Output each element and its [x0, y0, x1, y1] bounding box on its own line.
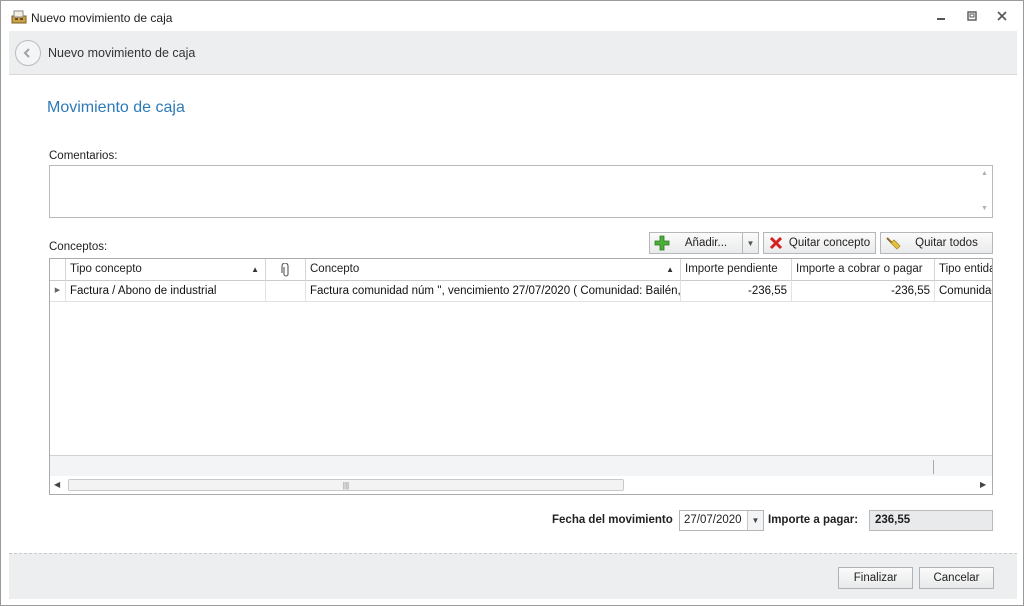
maximize-button[interactable]: [964, 9, 980, 23]
nav-title: Nuevo movimiento de caja: [48, 46, 196, 60]
close-icon: [997, 11, 1007, 21]
fecha-date-picker[interactable]: 27/07/2020 ▼: [679, 510, 764, 531]
column-header-tipo-entidad[interactable]: Tipo entidad: [935, 259, 992, 281]
cell-attachment[interactable]: [266, 281, 306, 302]
add-concept-button[interactable]: Añadir... ▼: [649, 232, 759, 254]
scroll-left-icon[interactable]: ◀: [54, 480, 60, 489]
grid-horizontal-scrollbar[interactable]: ◀ ||| ▶: [50, 476, 992, 494]
plus-icon: [654, 235, 670, 251]
remove-all-button[interactable]: Quitar todos: [880, 232, 993, 254]
scroll-up-icon[interactable]: ▲: [981, 170, 988, 177]
maximize-icon: [967, 11, 977, 21]
comments-textarea[interactable]: ▲ ▼: [49, 165, 993, 218]
sort-ascending-icon: ▲: [666, 265, 674, 274]
column-header-attachment[interactable]: [266, 259, 306, 281]
scroll-right-icon[interactable]: ▶: [980, 480, 986, 489]
cell-concepto[interactable]: Factura comunidad núm '', vencimiento 27…: [306, 281, 681, 302]
dialog-footer: Finalizar Cancelar: [9, 553, 1017, 599]
fecha-value[interactable]: 27/07/2020: [684, 514, 742, 526]
column-header-importe-pendiente[interactable]: Importe pendiente: [681, 259, 792, 281]
broom-icon: [885, 235, 901, 251]
add-concept-label: Añadir...: [684, 237, 728, 249]
importe-value: 236,55: [875, 514, 911, 526]
row-indicator-icon: ▶: [50, 281, 66, 302]
minimize-icon: [937, 18, 945, 20]
cell-tipo-entidad[interactable]: Comunidad: [935, 281, 992, 302]
remove-concept-button[interactable]: Quitar concepto: [763, 232, 876, 254]
concepts-grid[interactable]: Tipo concepto ▲ Concepto ▲ Importe pendien…: [49, 258, 993, 495]
remove-concept-label: Quitar concepto: [788, 237, 871, 249]
scroll-down-icon[interactable]: ▼: [981, 205, 988, 212]
cell-tipo-concepto[interactable]: Factura / Abono de industrial: [66, 281, 266, 302]
dialog-window: Nuevo movimiento de caja Nuevo movimient…: [0, 0, 1024, 606]
sort-ascending-icon: ▲: [251, 265, 259, 274]
window-title: Nuevo movimiento de caja: [31, 11, 173, 25]
comments-scrollbar[interactable]: ▲ ▼: [977, 166, 992, 217]
minimize-button[interactable]: [933, 9, 949, 23]
cancel-button[interactable]: Cancelar: [919, 567, 994, 589]
fecha-label: Fecha del movimiento: [552, 514, 673, 526]
section-title: Movimiento de caja: [47, 99, 185, 116]
delete-icon: [768, 235, 784, 251]
grid-header: Tipo concepto ▲ Concepto ▲ Importe pendien…: [50, 259, 992, 281]
cell-importe-cobrar[interactable]: -236,55: [792, 281, 935, 302]
comments-label: Comentarios:: [49, 150, 118, 162]
cash-register-icon: [11, 10, 27, 24]
title-bar: Nuevo movimiento de caja: [1, 1, 1023, 31]
main-content: Movimiento de caja Comentarios: ▲ ▼ Conc…: [9, 76, 1017, 553]
grid-summary-footer: [50, 455, 992, 476]
scroll-thumb[interactable]: |||: [68, 479, 624, 491]
column-header-concepto[interactable]: Concepto ▲: [306, 259, 681, 281]
navigation-bar: Nuevo movimiento de caja: [9, 31, 1017, 75]
concepts-label: Conceptos:: [49, 241, 108, 253]
cell-importe-pendiente[interactable]: -236,55: [681, 281, 792, 302]
arrow-left-icon: [23, 48, 30, 58]
remove-all-label: Quitar todos: [915, 237, 978, 249]
column-header-importe-cobrar[interactable]: Importe a cobrar o pagar: [792, 259, 935, 281]
close-button[interactable]: [994, 9, 1010, 23]
importe-a-pagar-field: 236,55: [869, 510, 993, 531]
chevron-down-icon[interactable]: ▼: [747, 511, 763, 530]
table-row[interactable]: ▶ Factura / Abono de industrial Factura …: [50, 281, 992, 302]
column-header-tipo-concepto[interactable]: Tipo concepto ▲: [66, 259, 266, 281]
back-button[interactable]: [15, 40, 41, 66]
footer-separator: [933, 460, 934, 474]
row-indicator-header: [50, 259, 66, 281]
paperclip-icon: [280, 262, 289, 277]
chevron-down-icon[interactable]: ▼: [742, 233, 758, 253]
importe-label: Importe a pagar:: [768, 514, 859, 526]
finish-button[interactable]: Finalizar: [838, 567, 913, 589]
